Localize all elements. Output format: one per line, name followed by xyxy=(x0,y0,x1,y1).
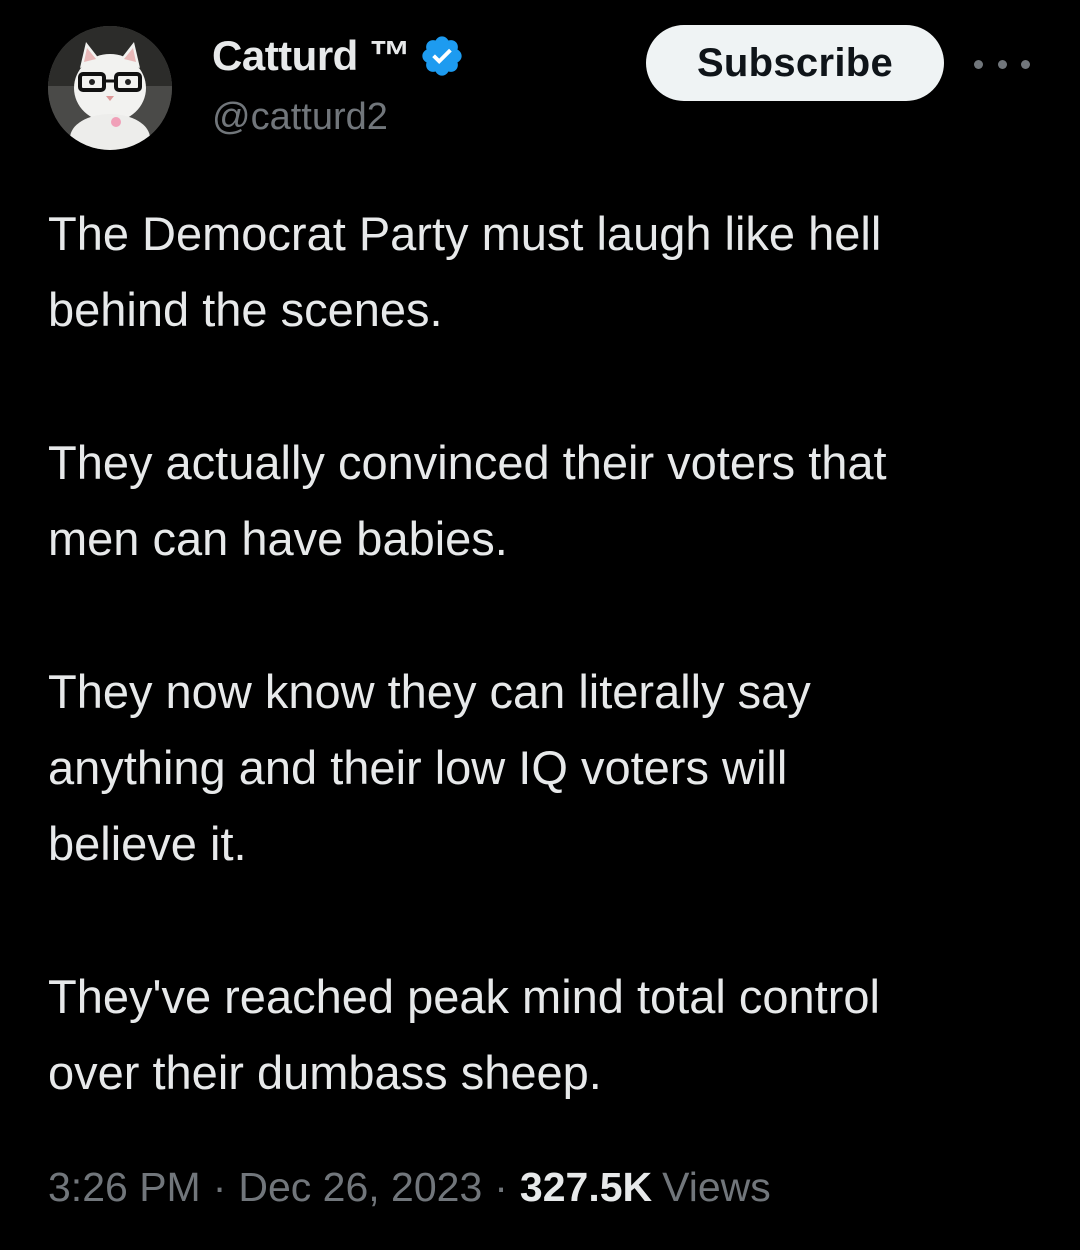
tweet-paragraph: They actually convinced their voters tha… xyxy=(48,436,887,565)
author-display-name[interactable]: Catturd ™ xyxy=(212,32,411,80)
tweet-text: The Democrat Party must laugh like hell … xyxy=(48,196,1048,1111)
more-dot xyxy=(997,59,1007,69)
tweet-time[interactable]: 3:26 PM xyxy=(48,1164,201,1211)
avatar-cat-icon xyxy=(48,26,172,150)
meta-separator: · xyxy=(212,1164,227,1210)
tweet-meta: 3:26 PM · Dec 26, 2023 · 327.5K Views xyxy=(48,1164,771,1211)
meta-separator: · xyxy=(494,1164,508,1210)
subscribe-button[interactable]: Subscribe xyxy=(646,25,944,101)
author-handle[interactable]: @catturd2 xyxy=(212,96,388,139)
tweet-header: Catturd ™ @catturd2 Subscribe xyxy=(0,0,1080,160)
more-options-icon[interactable] xyxy=(974,44,1030,84)
tweet-paragraph: The Democrat Party must laugh like hell … xyxy=(48,207,882,336)
more-dot xyxy=(1021,59,1030,69)
tweet-date[interactable]: Dec 26, 2023 xyxy=(238,1164,482,1211)
avatar[interactable] xyxy=(48,26,172,150)
tweet-paragraph: They now know they can literally say any… xyxy=(48,665,811,870)
views-label: Views xyxy=(662,1164,771,1210)
more-dot xyxy=(974,59,983,69)
author-name-row: Catturd ™ xyxy=(212,30,465,82)
verified-badge-icon[interactable] xyxy=(419,33,465,79)
tweet-paragraph: They've reached peak mind total control … xyxy=(48,970,880,1099)
views-count[interactable]: 327.5K xyxy=(520,1164,652,1211)
